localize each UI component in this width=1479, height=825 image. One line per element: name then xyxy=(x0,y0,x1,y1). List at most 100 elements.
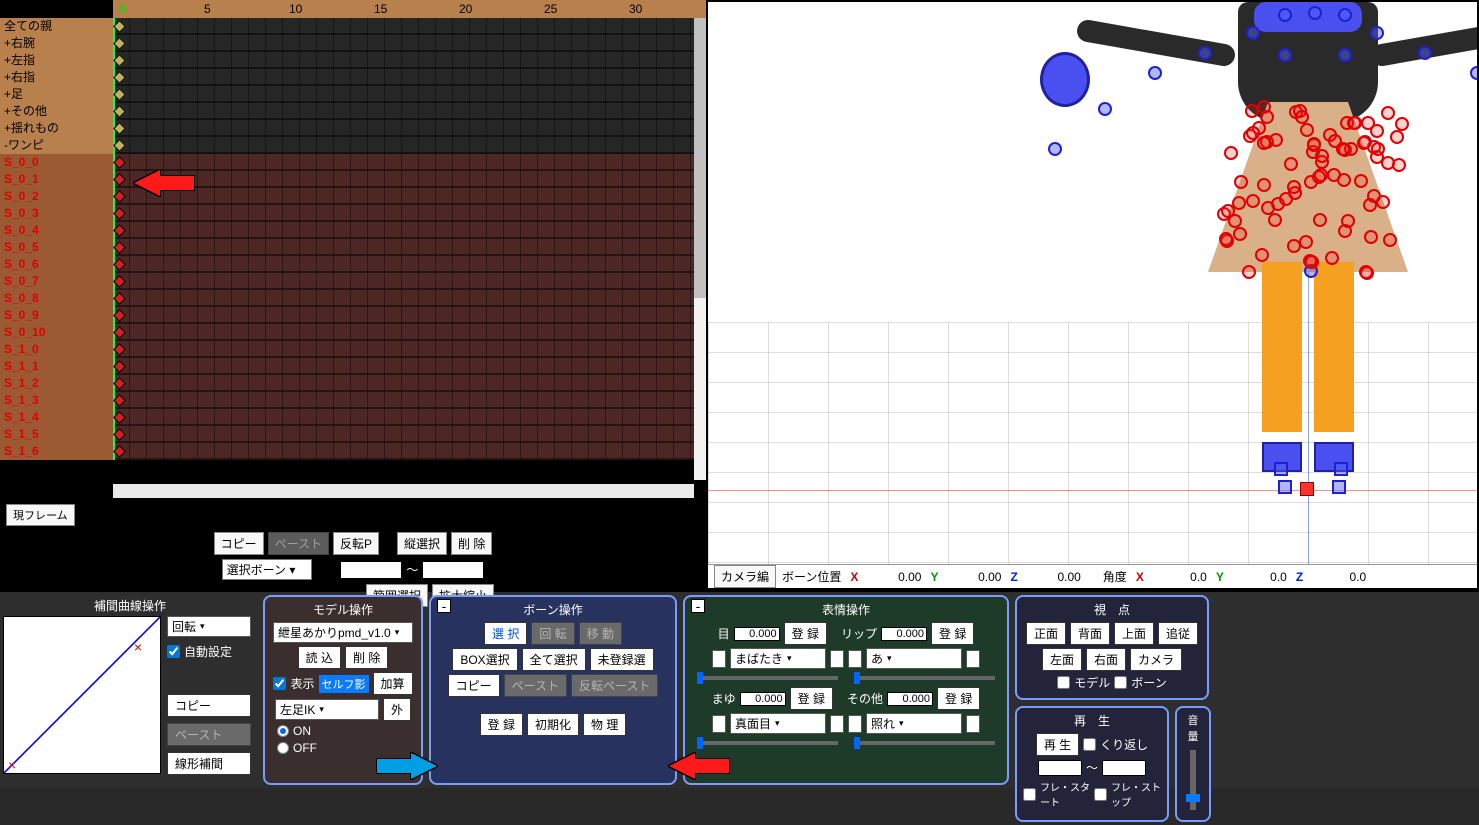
curve-copy-button[interactable]: コピー xyxy=(167,694,251,717)
current-frame-button[interactable]: 現フレーム xyxy=(6,504,75,526)
ik-select[interactable]: 左足IK xyxy=(275,699,379,720)
physics-node[interactable] xyxy=(1371,142,1385,156)
bone-row-label[interactable]: S_1_1 xyxy=(0,358,113,375)
curve-paste-button[interactable]: ペースト xyxy=(167,723,251,746)
bone-copy-button[interactable]: コピー xyxy=(448,674,500,697)
other-value[interactable]: 0.000 xyxy=(887,692,933,706)
bone-row-label[interactable]: S_0_6 xyxy=(0,256,113,273)
physics-node[interactable] xyxy=(1307,138,1321,152)
view-follow-button[interactable]: 追従 xyxy=(1158,622,1198,645)
bone-track[interactable] xyxy=(113,341,706,358)
display-checkbox[interactable]: 表示 xyxy=(273,675,314,692)
bone-row-label[interactable]: +その他 xyxy=(0,103,113,120)
play-start-input[interactable] xyxy=(1038,760,1082,776)
view-camera-button[interactable]: カメラ xyxy=(1130,648,1182,671)
bone-node[interactable] xyxy=(1246,26,1260,40)
physics-node[interactable] xyxy=(1287,239,1301,253)
3d-viewport[interactable]: カメラ編 ボーン位置 X0.00 Y0.00 Z0.00 角度 X0.0 Y0.… xyxy=(706,0,1479,590)
physics-node[interactable] xyxy=(1284,157,1298,171)
root-bone-marker[interactable] xyxy=(1300,482,1314,496)
bone-row-label[interactable]: S_0_7 xyxy=(0,273,113,290)
loop-checkbox[interactable]: くり返し xyxy=(1083,736,1148,753)
bone-track[interactable] xyxy=(113,222,706,239)
paste-button[interactable]: ペースト xyxy=(268,532,329,555)
bone-row-label[interactable]: +足 xyxy=(0,86,113,103)
bone-physics-button[interactable]: 物 理 xyxy=(583,713,626,736)
range-start-input[interactable] xyxy=(340,561,402,579)
frame-stop-checkbox[interactable]: フレ・ストップ xyxy=(1094,779,1161,809)
physics-node[interactable] xyxy=(1234,175,1248,189)
bone-flip-paste-button[interactable]: 反転ペースト xyxy=(571,674,658,697)
bone-node[interactable] xyxy=(1418,46,1432,60)
bone-row-label[interactable]: +揺れもの xyxy=(0,120,113,137)
bone-track[interactable] xyxy=(113,375,706,392)
brow-slider[interactable] xyxy=(697,741,838,745)
bone-track[interactable] xyxy=(113,324,706,341)
curve-lerp-button[interactable]: 線形補間 xyxy=(167,752,251,775)
bone-row-label[interactable]: S_1_2 xyxy=(0,375,113,392)
bone-row-label[interactable]: 全ての親 xyxy=(0,18,113,35)
bone-row-label[interactable]: S_1_4 xyxy=(0,409,113,426)
show-bone-checkbox[interactable]: ボーン xyxy=(1114,674,1166,691)
bone-row-label[interactable]: +左指 xyxy=(0,52,113,69)
outer-button[interactable]: 外 xyxy=(383,698,411,721)
lip-select[interactable]: あ xyxy=(866,648,962,669)
physics-node[interactable] xyxy=(1299,235,1313,249)
physics-node[interactable] xyxy=(1395,117,1409,131)
physics-node[interactable] xyxy=(1269,133,1283,147)
bone-register-button[interactable]: 登 録 xyxy=(480,713,523,736)
brow-value[interactable]: 0.000 xyxy=(740,692,786,706)
bone-node[interactable] xyxy=(1048,142,1062,156)
view-left-button[interactable]: 左面 xyxy=(1042,648,1082,671)
select-all-button[interactable]: 全て選択 xyxy=(522,648,586,671)
play-button[interactable]: 再 生 xyxy=(1036,733,1079,756)
bone-track[interactable] xyxy=(113,103,706,120)
bone-track[interactable] xyxy=(113,239,706,256)
delete-button[interactable]: 削 除 xyxy=(451,532,492,555)
physics-node[interactable] xyxy=(1224,146,1238,160)
ik-on-radio[interactable]: ON xyxy=(277,724,311,738)
show-model-checkbox[interactable]: モデル xyxy=(1057,674,1110,691)
timeline-scrollbar-vertical[interactable] xyxy=(694,18,706,480)
bone-track[interactable] xyxy=(113,426,706,443)
bone-row-label[interactable]: S_0_5 xyxy=(0,239,113,256)
bone-row-label[interactable]: S_0_2 xyxy=(0,188,113,205)
eye-value[interactable]: 0.000 xyxy=(734,627,780,641)
collapse-button[interactable]: - xyxy=(437,599,451,613)
bone-track[interactable] xyxy=(113,171,706,188)
bone-rotate-button[interactable]: 回 転 xyxy=(531,622,574,645)
bone-track[interactable] xyxy=(113,86,706,103)
ik-off-radio[interactable]: OFF xyxy=(277,741,317,755)
add-blend-button[interactable]: 加算 xyxy=(373,672,413,695)
model-delete-button[interactable]: 削 除 xyxy=(345,646,388,669)
bone-node[interactable] xyxy=(1308,6,1322,20)
physics-node[interactable] xyxy=(1348,116,1362,130)
model-load-button[interactable]: 読 込 xyxy=(298,646,341,669)
bone-track[interactable] xyxy=(113,188,706,205)
bone-track[interactable] xyxy=(113,443,706,460)
bone-node[interactable] xyxy=(1338,8,1352,22)
view-back-button[interactable]: 背面 xyxy=(1070,622,1110,645)
bone-row-label[interactable]: S_0_9 xyxy=(0,307,113,324)
bone-track[interactable] xyxy=(113,18,706,35)
bone-track[interactable] xyxy=(113,137,706,154)
collapse-button[interactable]: - xyxy=(691,599,705,613)
bone-paste-button[interactable]: ペースト xyxy=(504,674,567,697)
copy-button[interactable]: コピー xyxy=(214,532,264,555)
bone-row-label[interactable]: +右指 xyxy=(0,69,113,86)
lip-next-button[interactable]: » xyxy=(966,650,980,668)
physics-node[interactable] xyxy=(1233,227,1247,241)
curve-mode-select[interactable]: 回転 xyxy=(167,616,251,637)
bone-node[interactable] xyxy=(1098,102,1112,116)
physics-node[interactable] xyxy=(1257,136,1271,150)
bone-row-label[interactable]: S_0_1 xyxy=(0,171,113,188)
eye-register-button[interactable]: 登 録 xyxy=(784,622,827,645)
physics-node[interactable] xyxy=(1390,130,1404,144)
bone-node[interactable] xyxy=(1338,48,1352,62)
volume-slider[interactable] xyxy=(1190,750,1196,810)
bone-select-dropdown[interactable]: 選択ボーン ▾ xyxy=(222,559,313,580)
unreg-select-button[interactable]: 未登録選 xyxy=(590,648,654,671)
physics-node[interactable] xyxy=(1304,175,1318,189)
vertical-select-button[interactable]: 縦選択 xyxy=(397,532,447,555)
bone-node[interactable] xyxy=(1470,66,1479,80)
